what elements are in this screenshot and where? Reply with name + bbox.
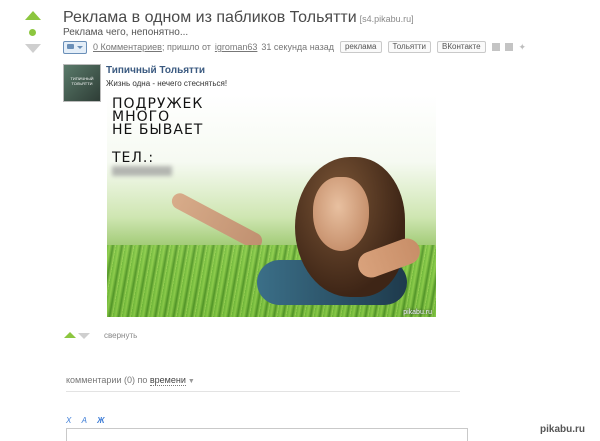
ad-phone-blurred xyxy=(112,166,172,176)
collapse-link[interactable]: свернуть xyxy=(104,331,137,340)
site-watermark: pikabu.ru xyxy=(540,424,586,435)
format-italic-button[interactable]: А xyxy=(82,416,87,425)
comments-count-label: комментарии (0) по xyxy=(66,375,148,385)
ad-figure-face xyxy=(313,177,369,251)
posted-time: 31 секунда назад xyxy=(261,42,334,52)
rating-dot xyxy=(29,29,36,36)
vk-share-icon[interactable] xyxy=(505,43,514,52)
format-strike-button[interactable]: Х xyxy=(66,416,71,425)
image-comment-icon[interactable] xyxy=(63,40,87,54)
chevron-down-icon[interactable]: ▼ xyxy=(188,378,195,385)
author-link[interactable]: igroman63 xyxy=(215,42,258,52)
comments-divider xyxy=(66,391,460,392)
vote-down-arrow[interactable] xyxy=(25,44,41,53)
tag-reklama[interactable]: реклама xyxy=(339,41,382,53)
group-name-link[interactable]: Типичный Тольятти xyxy=(106,65,205,76)
small-vote-up-arrow[interactable] xyxy=(64,332,76,338)
share-buttons: ✦ xyxy=(491,41,530,53)
twitter-share-icon[interactable]: ✦ xyxy=(519,42,527,53)
tag-togliatti[interactable]: Тольятти xyxy=(387,41,432,53)
group-avatar-label: ТИПИЧНЫЙ ТОЛЬЯТТИ xyxy=(70,76,94,86)
ad-headline-line3: НЕ БЫВАЕТ xyxy=(112,122,204,138)
ad-phone-label: ТЕЛ.: xyxy=(112,150,155,166)
tag-vkontakte[interactable]: ВКонтакте xyxy=(437,41,486,53)
post-source: [s4.pikabu.ru] xyxy=(359,14,414,24)
ad-watermark: pikabu.ru xyxy=(403,309,432,316)
group-avatar[interactable]: ТИПИЧНЫЙ ТОЛЬЯТТИ xyxy=(63,64,101,102)
format-bold-button[interactable]: Ж xyxy=(97,416,104,425)
posted-prefix: ; пришло от xyxy=(161,42,211,52)
ad-image[interactable]: ПОДРУЖЕК МНОГО НЕ БЫВАЕТ ТЕЛ.: pikabu.ru xyxy=(107,95,436,317)
ad-headline: ПОДРУЖЕК МНОГО НЕ БЫВАЕТ xyxy=(112,97,204,138)
comment-format-toolbar: Х А Ж xyxy=(66,416,113,425)
post-title: Реклама в одном из пабликов Тольятти [s4.… xyxy=(63,9,414,27)
post-title-link[interactable]: Реклама в одном из пабликов Тольятти xyxy=(63,9,357,26)
group-description: Жизнь одна - нечего стесняться! xyxy=(106,79,228,88)
comments-sort-dropdown[interactable]: времени xyxy=(149,375,186,386)
comments-link[interactable]: 0 Комментариев xyxy=(93,42,162,52)
small-vote-down-arrow[interactable] xyxy=(78,333,90,339)
comments-header: комментарии (0) по времени ▼ xyxy=(66,375,195,386)
post-subtitle: Реклама чего, непонятно... xyxy=(63,27,189,38)
save-icon[interactable] xyxy=(491,43,500,52)
vote-up-arrow[interactable] xyxy=(25,11,41,20)
post-meta: 0 Комментариев ; пришло от igroman63 31 … xyxy=(63,40,529,54)
